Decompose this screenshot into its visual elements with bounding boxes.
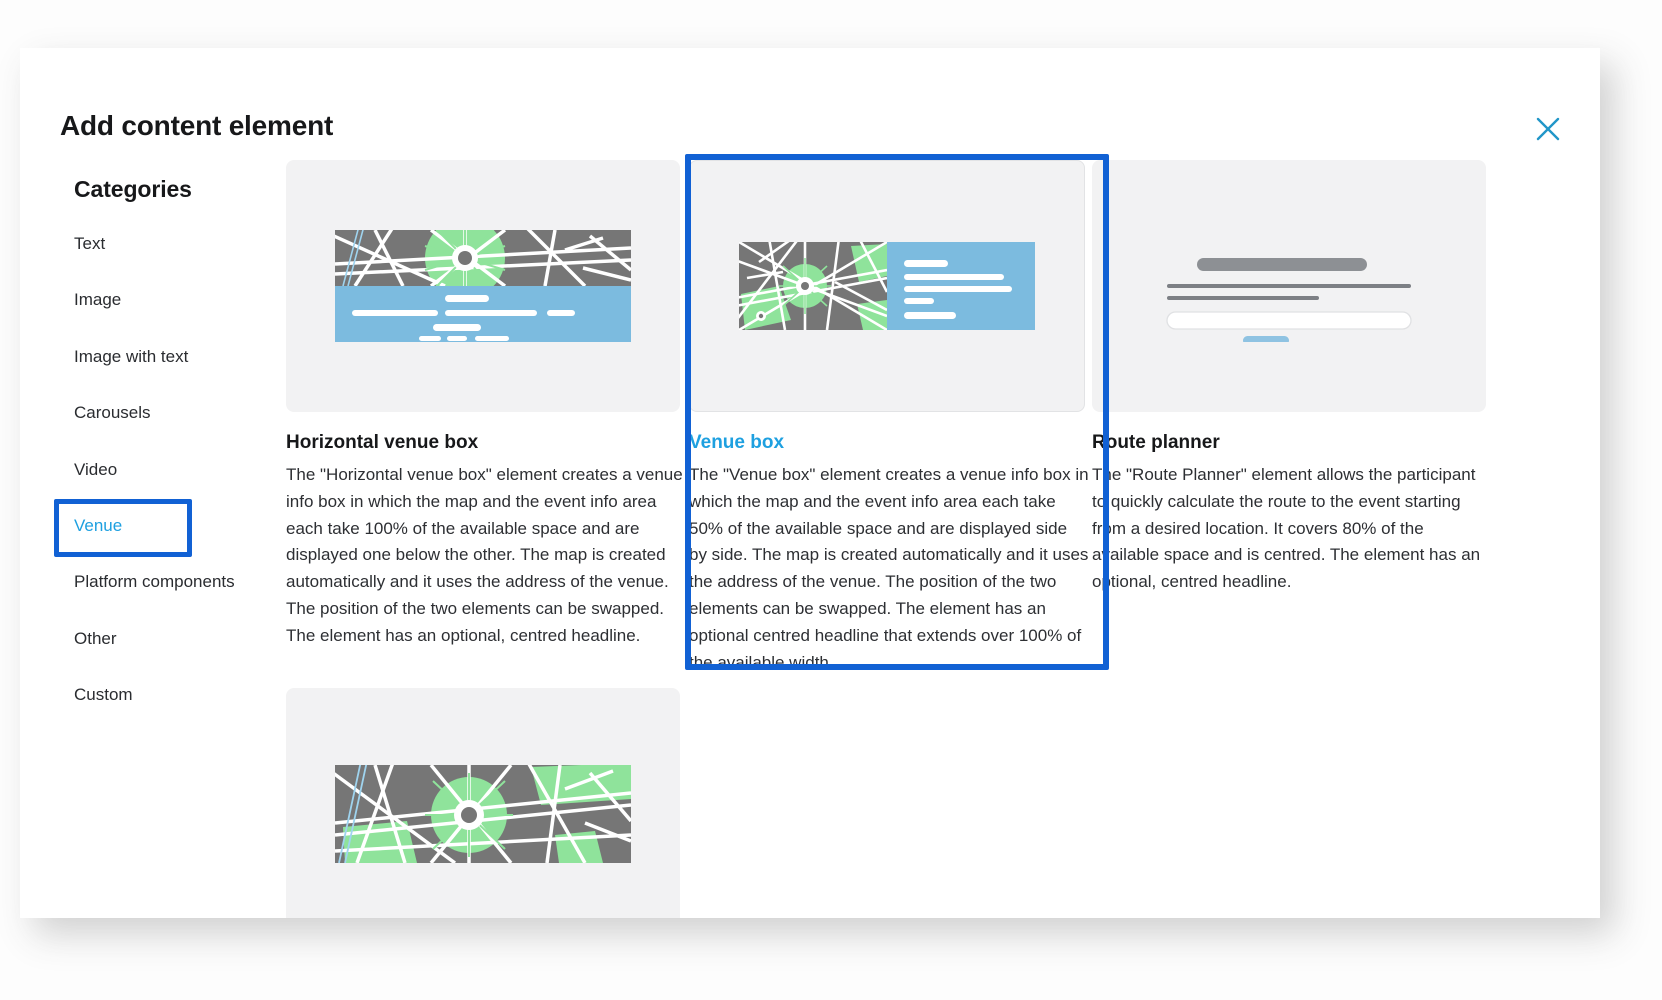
card-description: The "Venue box" element creates a venue … — [689, 464, 1089, 672]
sidebar-item-label: Other — [74, 628, 117, 648]
categories-sidebar: Categories Text Image Image with text Ca… — [54, 176, 290, 733]
sidebar-item-label: Image — [74, 290, 122, 310]
route-planner-form-icon — [1166, 258, 1412, 342]
sidebar-item-image-with-text[interactable]: Image with text — [60, 338, 290, 376]
sidebar-item-label: Text — [74, 234, 106, 253]
sidebar-item-label: Carousels — [74, 403, 151, 423]
sidebar-item-carousels[interactable]: Carousels — [60, 394, 290, 432]
sidebar-item-label: Venue — [74, 515, 123, 535]
sidebar-item-venue[interactable]: Venue — [54, 498, 290, 557]
card-thumbnail[interactable] — [286, 688, 680, 918]
card-thumbnail[interactable] — [1092, 160, 1486, 412]
map-above-info-stacked-icon — [335, 230, 631, 342]
card-description: The "Horizontal venue box" element creat… — [286, 464, 683, 645]
sidebar-item-label: Custom — [74, 685, 133, 705]
close-icon[interactable] — [1525, 106, 1571, 152]
map-beside-info-sidebyside-icon — [739, 242, 1035, 330]
screen-background: Add content element Categories Text Imag… — [0, 0, 1662, 1000]
sidebar-item-custom[interactable]: Custom — [60, 676, 290, 714]
page-title: Add content element — [60, 110, 334, 141]
card-title: Venue box — [689, 432, 785, 453]
map-only-icon — [335, 765, 631, 863]
content-element-card-venue-box[interactable]: Venue box The "Venue box" element create… — [689, 160, 1089, 677]
categories-heading: Categories — [74, 176, 192, 202]
card-title: Route planner — [1092, 432, 1220, 453]
card-thumbnail[interactable] — [286, 160, 680, 412]
sidebar-item-label: Video — [74, 459, 118, 479]
content-element-card-horizontal-venue-box[interactable]: Horizontal venue box The "Horizontal ven… — [286, 160, 686, 650]
sidebar-item-video[interactable]: Video — [60, 451, 290, 489]
sidebar-item-label: Image with text — [74, 346, 189, 366]
content-element-card-map-only[interactable] — [286, 688, 686, 918]
sidebar-item-platform-components[interactable]: Platform components — [60, 563, 290, 601]
add-content-element-dialog: Add content element Categories Text Imag… — [20, 48, 1600, 918]
card-thumbnail[interactable] — [689, 160, 1085, 412]
sidebar-item-other[interactable]: Other — [60, 620, 290, 658]
close-icon-glyph — [1536, 117, 1560, 141]
sidebar-item-label: Platform components — [74, 572, 235, 592]
sidebar-item-text[interactable]: Text — [60, 225, 290, 263]
content-element-card-route-planner[interactable]: Route planner The "Route Planner" elemen… — [1092, 160, 1492, 596]
sidebar-item-image[interactable]: Image — [60, 281, 290, 319]
card-description: The "Route Planner" element allows the p… — [1092, 464, 1481, 592]
card-title: Horizontal venue box — [286, 432, 479, 453]
